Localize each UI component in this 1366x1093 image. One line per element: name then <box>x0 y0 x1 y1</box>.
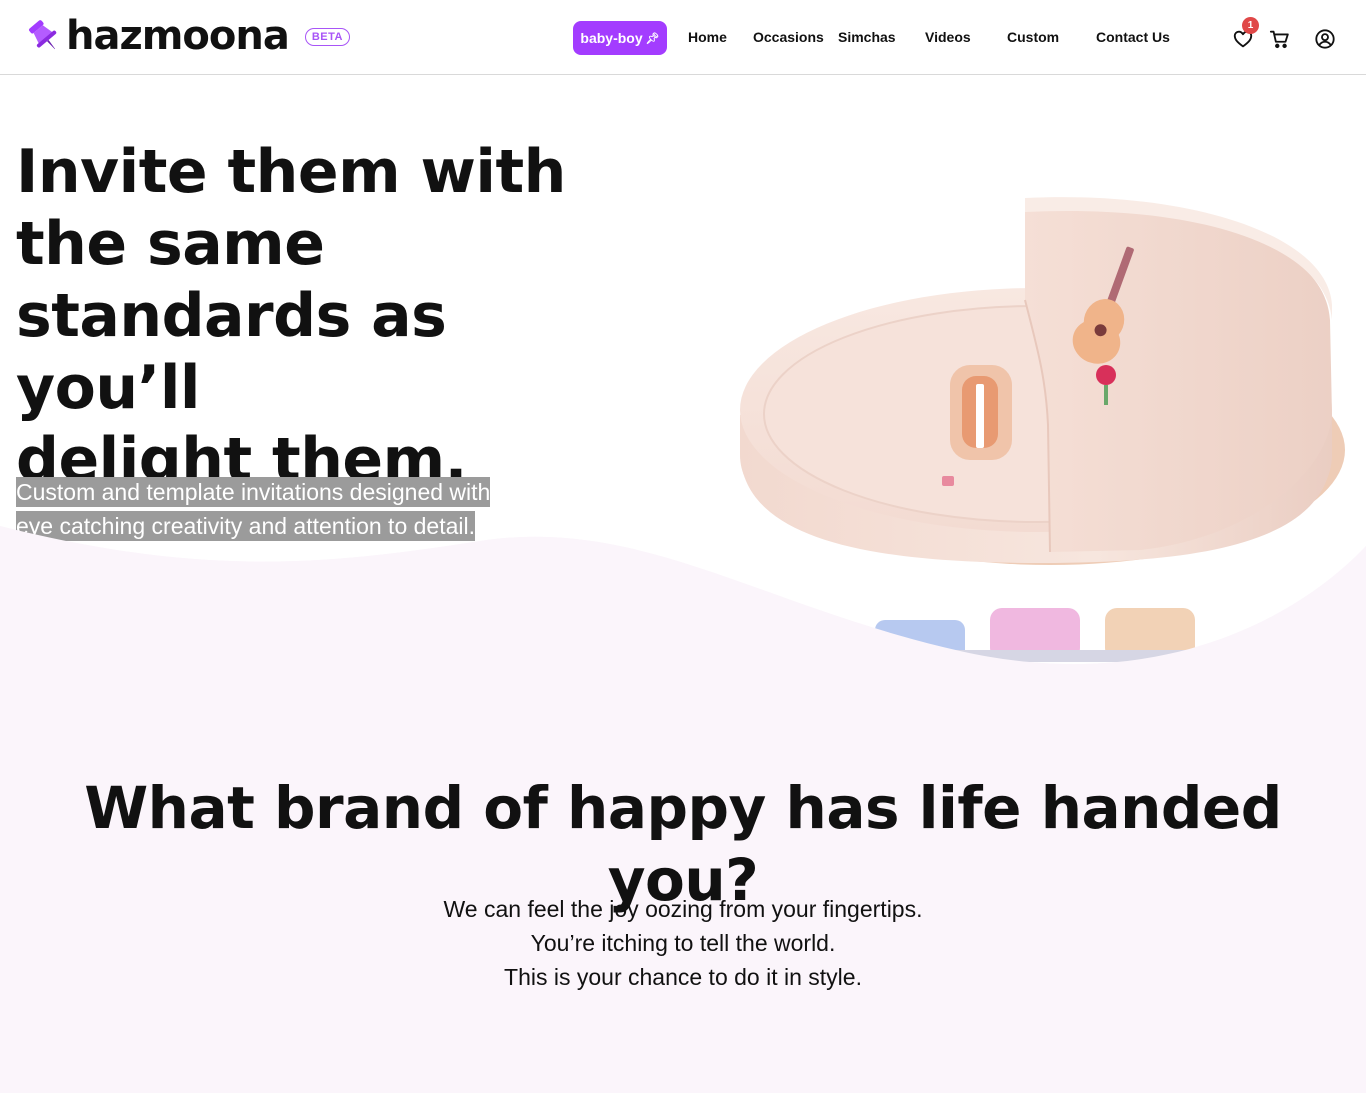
section-body: We can feel the joy oozing from your fin… <box>0 892 1366 994</box>
site-header: hazmoona BETA baby-boy 📌︎ Home Occasions… <box>0 0 1366 75</box>
hero-subtitle: Custom and template invitations designed… <box>16 475 556 543</box>
hero-subtitle-line: Custom and template invitations designed… <box>16 477 491 507</box>
wishlist-count-badge: 1 <box>1242 17 1259 34</box>
cart-icon <box>1269 30 1289 49</box>
account-button[interactable] <box>1314 28 1336 50</box>
nav-pill-baby-boy[interactable]: baby-boy 📌︎ <box>573 21 667 55</box>
hero-subtitle-line: eye catching creativity and attention to… <box>16 511 476 541</box>
nav-videos[interactable]: Videos <box>925 29 971 45</box>
pin-icon: 📌︎ <box>645 32 660 45</box>
hero-illustration <box>740 197 1345 662</box>
hero-title-line: Invite them with <box>16 137 566 207</box>
pushpin-logo-icon <box>29 20 57 50</box>
nav-pill-label: baby-boy <box>580 30 643 46</box>
section-body-line: This is your chance to do it in style. <box>504 964 862 990</box>
nav-contact-us[interactable]: Contact Us <box>1096 29 1170 45</box>
nav-occasions[interactable]: Occasions <box>753 29 824 45</box>
hero-title: Invite them with the same standards as y… <box>16 136 596 496</box>
hero-title-line: the same <box>16 209 325 279</box>
nav-home[interactable]: Home <box>688 29 727 45</box>
brand-logo[interactable]: hazmoona BETA <box>26 16 350 56</box>
section-body-line: We can feel the joy oozing from your fin… <box>443 896 923 922</box>
cart-button[interactable] <box>1269 28 1291 50</box>
brand-name: hazmoona <box>66 13 290 59</box>
beta-badge: BETA <box>304 28 350 46</box>
nav-custom[interactable]: Custom <box>1007 29 1059 45</box>
section-body-line: You’re itching to tell the world. <box>530 930 836 956</box>
user-icon <box>1315 29 1335 49</box>
choose-my-invite-button[interactable]: Choose My Invite <box>16 583 236 645</box>
custom-invite-button[interactable]: Can I Have It Custom? <box>256 583 483 645</box>
hero-title-line: standards as you’ll <box>16 281 447 423</box>
nav-simchas[interactable]: Simchas <box>838 29 896 45</box>
